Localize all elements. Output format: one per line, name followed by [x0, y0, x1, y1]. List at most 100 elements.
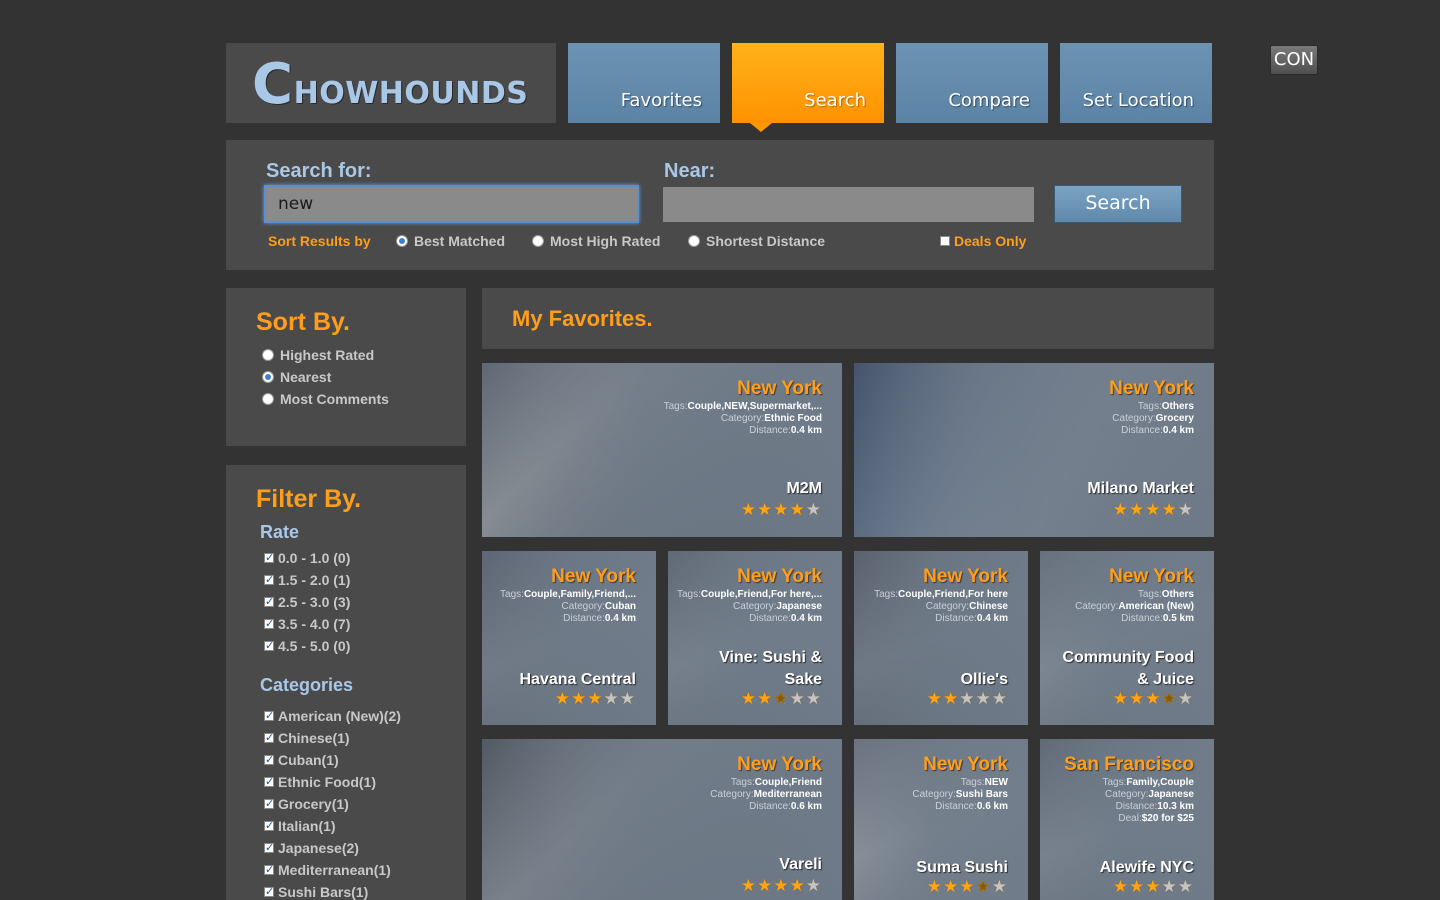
favorites-header: My Favorites.: [482, 288, 1214, 349]
filter-category[interactable]: Italian(1): [264, 818, 336, 834]
favorite-card[interactable]: New York Tags:Couple,Friend,For here,... C…: [668, 551, 842, 725]
star-icon: ★: [1161, 877, 1178, 896]
star-rating: ★★★★★: [741, 500, 822, 520]
star-icon: ★: [757, 689, 774, 708]
sort-most-high-rated[interactable]: Most High Rated: [532, 233, 660, 249]
star-icon: ★: [959, 689, 976, 708]
card-tags: Tags:NEW: [960, 777, 1008, 788]
star-icon: ★: [1145, 877, 1162, 896]
favorite-card[interactable]: New York Tags:Couple,Friend Category:Medit…: [482, 739, 842, 900]
favorite-card[interactable]: New York Tags:Couple,Family,Friend,... Cat…: [482, 551, 656, 725]
checkbox[interactable]: [264, 731, 274, 744]
card-city: New York: [1109, 378, 1194, 399]
tab-favorites[interactable]: Favorites: [568, 43, 720, 123]
checkbox[interactable]: [264, 639, 274, 652]
card-restaurant-name: Milano Market: [1087, 480, 1194, 497]
star-icon: ★: [805, 876, 822, 895]
card-tags: Tags:Couple,Friend: [730, 777, 822, 788]
filter-by-panel: Filter By. Rate 0.0 - 1.0 (0) 1.5 - 2.0 …: [226, 465, 466, 900]
favorite-card[interactable]: San Francisco Tags:Family,Couple Category:…: [1040, 739, 1214, 900]
con-button[interactable]: CON: [1270, 45, 1318, 75]
radio-most-high-rated[interactable]: [532, 235, 544, 247]
categories-title: Categories: [260, 675, 354, 695]
star-icon: ★: [926, 689, 943, 708]
search-button[interactable]: Search: [1054, 185, 1182, 223]
filter-rate-2[interactable]: 2.5 - 3.0 (3): [264, 594, 350, 610]
star-icon: ★: [740, 876, 757, 895]
star-icon: ★: [587, 689, 604, 708]
card-info: New York Tags:Others Category:Grocery Dista…: [1109, 377, 1194, 437]
sort-most-comments[interactable]: Most Comments: [262, 391, 389, 407]
sort-shortest-distance[interactable]: Shortest Distance: [688, 233, 825, 249]
star-icon: ★: [757, 500, 774, 519]
sort-highest-rated[interactable]: Highest Rated: [262, 347, 374, 363]
checkbox[interactable]: [264, 775, 274, 788]
radio-shortest-distance[interactable]: [688, 235, 700, 247]
favorites-title: My Favorites.: [512, 306, 653, 331]
radio-nearest[interactable]: [262, 371, 274, 383]
deals-only[interactable]: Deals Only: [940, 233, 1026, 249]
card-city: New York: [1109, 566, 1194, 587]
checkbox[interactable]: [264, 551, 274, 564]
filter-category[interactable]: Chinese(1): [264, 730, 350, 746]
checkbox[interactable]: [264, 797, 274, 810]
favorite-card[interactable]: New York Tags:Couple,Friend,For here Categ…: [854, 551, 1028, 725]
card-category: Category:Cuban: [561, 601, 636, 612]
near-input[interactable]: [663, 187, 1034, 222]
filter-rate-1[interactable]: 1.5 - 2.0 (1): [264, 572, 350, 588]
star-icon: ★: [773, 876, 790, 895]
filter-rate-4[interactable]: 4.5 - 5.0 (0): [264, 638, 350, 654]
card-restaurant-name: Ollie's: [960, 671, 1008, 688]
deals-only-checkbox[interactable]: [940, 236, 950, 246]
favorite-card[interactable]: New York Tags:NEW Category:Sushi Bars Dista…: [854, 739, 1028, 900]
logo[interactable]: CHOWHOUNDS: [226, 43, 556, 123]
search-input[interactable]: [264, 185, 639, 223]
tab-compare[interactable]: Compare: [896, 43, 1048, 123]
card-distance: Distance:0.6 km: [749, 801, 822, 812]
filter-category[interactable]: Cuban(1): [264, 752, 339, 768]
filter-rate-3[interactable]: 3.5 - 4.0 (7): [264, 616, 350, 632]
filter-category[interactable]: Japanese(2): [264, 840, 359, 856]
radio-highest-rated[interactable]: [262, 349, 274, 361]
radio-best-matched[interactable]: [396, 235, 408, 247]
star-icon: ★: [789, 876, 806, 895]
radio-most-comments[interactable]: [262, 393, 274, 405]
tab-set-location[interactable]: Set Location: [1060, 43, 1212, 123]
filter-category[interactable]: Sushi Bars(1): [264, 884, 368, 900]
sort-best-matched[interactable]: Best Matched: [396, 233, 505, 249]
card-restaurant-name: Vareli: [779, 856, 822, 873]
checkbox[interactable]: [264, 753, 274, 766]
checkbox[interactable]: [264, 617, 274, 630]
star-icon: ★: [1177, 877, 1194, 896]
favorite-card[interactable]: New York Tags:Couple,NEW,Supermarket,... C…: [482, 363, 842, 537]
filter-category[interactable]: Grocery(1): [264, 796, 349, 812]
filter-label: Mediterranean(1): [278, 862, 391, 878]
rate-title: Rate: [260, 522, 300, 542]
card-city: New York: [551, 566, 636, 587]
checkbox[interactable]: [264, 573, 274, 586]
filter-label: Japanese(2): [278, 840, 359, 856]
filter-label: 0.0 - 1.0 (0): [278, 550, 351, 566]
checkbox[interactable]: [264, 595, 274, 608]
filter-category[interactable]: American (New)(2): [264, 708, 401, 724]
favorite-card[interactable]: New York Tags:Others Category:American (Ne…: [1040, 551, 1214, 725]
filter-label: 4.5 - 5.0 (0): [278, 638, 351, 654]
sort-option-label: Most Comments: [280, 391, 389, 407]
filter-label: Chinese(1): [278, 730, 350, 746]
filter-rate-0[interactable]: 0.0 - 1.0 (0): [264, 550, 350, 566]
filter-label: Italian(1): [278, 818, 336, 834]
sort-nearest[interactable]: Nearest: [262, 369, 331, 385]
star-icon: ★: [619, 689, 636, 708]
checkbox[interactable]: [264, 709, 274, 722]
checkbox[interactable]: [264, 863, 274, 876]
favorite-card[interactable]: New York Tags:Others Category:Grocery Dista…: [854, 363, 1214, 537]
checkbox[interactable]: [264, 819, 274, 832]
tab-search[interactable]: Search: [732, 43, 884, 123]
checkbox[interactable]: [264, 841, 274, 854]
checkbox[interactable]: [264, 885, 274, 898]
star-icon: ★: [975, 689, 992, 708]
filter-category[interactable]: Mediterranean(1): [264, 862, 391, 878]
card-category: Category:Ethnic Food: [720, 413, 822, 424]
filter-category[interactable]: Ethnic Food(1): [264, 774, 376, 790]
card-restaurant-name: M2M: [786, 480, 822, 497]
